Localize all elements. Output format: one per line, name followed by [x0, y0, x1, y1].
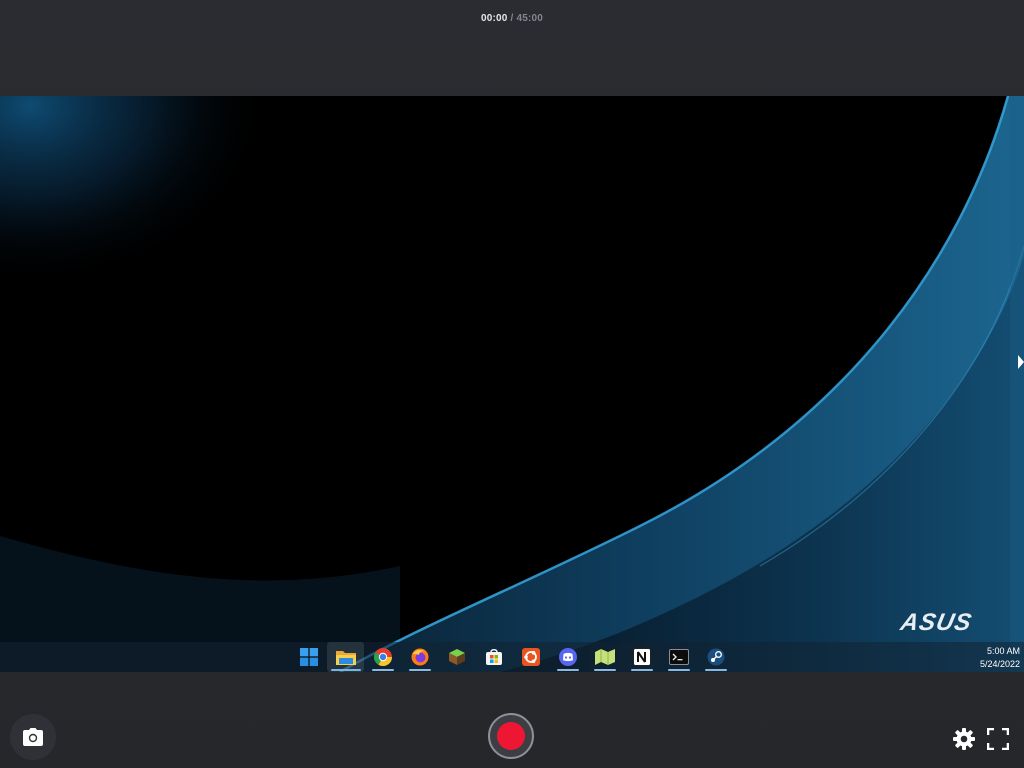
ubuntu-icon — [521, 648, 540, 666]
elapsed-time: 00:00 — [480, 13, 508, 24]
fullscreen-icon — [987, 728, 1009, 750]
running-indicator — [556, 669, 579, 671]
file-explorer-icon — [335, 650, 356, 665]
minecraft-icon — [448, 649, 465, 665]
start-icon — [299, 648, 318, 666]
running-indicator — [330, 669, 361, 671]
screen-preview: ASUS 5:00 AM 5/24/2022 — [0, 96, 1024, 672]
running-indicator — [593, 669, 616, 671]
clock-time: 5:00 AM — [986, 646, 1020, 656]
notion-icon — [632, 648, 651, 666]
screenshot-button[interactable] — [10, 714, 56, 760]
running-indicator — [630, 669, 653, 671]
taskbar-firefox[interactable] — [401, 642, 438, 672]
map-icon — [594, 649, 615, 665]
asus-logo: ASUS — [898, 609, 975, 636]
camera-icon — [23, 728, 43, 746]
running-indicator — [704, 669, 727, 671]
terminal-icon — [668, 649, 689, 665]
taskbar-steam[interactable] — [697, 642, 734, 672]
taskbar-notion[interactable] — [623, 642, 660, 672]
time-limit: 45:00 — [516, 13, 544, 24]
microsoft-store-icon — [485, 648, 502, 665]
taskbar-ubuntu[interactable] — [512, 642, 549, 672]
taskbar-discord[interactable] — [549, 642, 586, 672]
settings-button[interactable] — [951, 726, 977, 752]
fullscreen-button[interactable] — [985, 726, 1011, 752]
taskbar-terminal[interactable] — [660, 642, 697, 672]
recorder-window: 00:00 / 45:00 ASUS 5:00 AM 5/24/2022 — [0, 0, 1024, 768]
running-indicator — [371, 669, 394, 671]
taskbar-chrome[interactable] — [364, 642, 401, 672]
firefox-icon — [411, 648, 428, 666]
desktop-wallpaper — [0, 96, 1024, 672]
taskbar: 5:00 AM 5/24/2022 — [0, 642, 1024, 672]
chrome-icon — [373, 648, 392, 666]
taskbar-minecraft[interactable] — [438, 642, 475, 672]
taskbar-map-app[interactable] — [586, 642, 623, 672]
side-panel-arrow-icon[interactable] — [1018, 355, 1024, 369]
record-dot-icon — [497, 722, 525, 750]
gear-icon — [953, 728, 975, 750]
taskbar-start[interactable] — [290, 642, 327, 672]
taskbar-file-explorer[interactable] — [327, 642, 364, 672]
recording-timer: 00:00 / 45:00 — [0, 13, 1024, 24]
running-indicator — [408, 669, 431, 671]
record-button[interactable] — [488, 713, 534, 759]
taskbar-microsoft-store[interactable] — [475, 642, 512, 672]
clock-date: 5/24/2022 — [979, 659, 1020, 669]
taskbar-clock[interactable]: 5:00 AM 5/24/2022 — [980, 645, 1020, 671]
discord-icon — [558, 648, 577, 666]
running-indicator — [667, 669, 690, 671]
steam-icon — [707, 648, 724, 666]
taskbar-app-list — [290, 642, 734, 672]
